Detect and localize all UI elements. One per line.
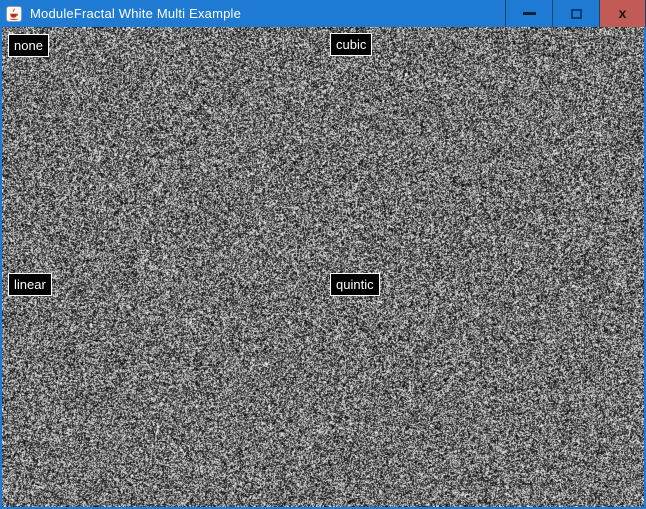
titlebar[interactable]: ModuleFractal White Multi Example x xyxy=(0,0,646,27)
quadrant-label-cubic: cubic xyxy=(330,33,372,56)
close-button[interactable]: x xyxy=(599,0,646,27)
minimize-icon xyxy=(523,12,536,15)
render-area: none cubic linear quintic xyxy=(2,27,644,507)
noise-canvas xyxy=(2,27,644,507)
window-controls: x xyxy=(505,0,646,27)
app-window: ModuleFractal White Multi Example x none… xyxy=(0,0,646,509)
quadrant-label-linear: linear xyxy=(8,273,52,296)
minimize-button[interactable] xyxy=(505,0,552,27)
maximize-icon xyxy=(571,9,582,19)
quadrant-label-none: none xyxy=(8,34,49,57)
quadrant-label-quintic: quintic xyxy=(330,273,380,296)
java-coffee-icon xyxy=(6,6,22,22)
window-title: ModuleFractal White Multi Example xyxy=(30,6,505,21)
close-icon: x xyxy=(619,6,627,20)
maximize-button[interactable] xyxy=(552,0,599,27)
